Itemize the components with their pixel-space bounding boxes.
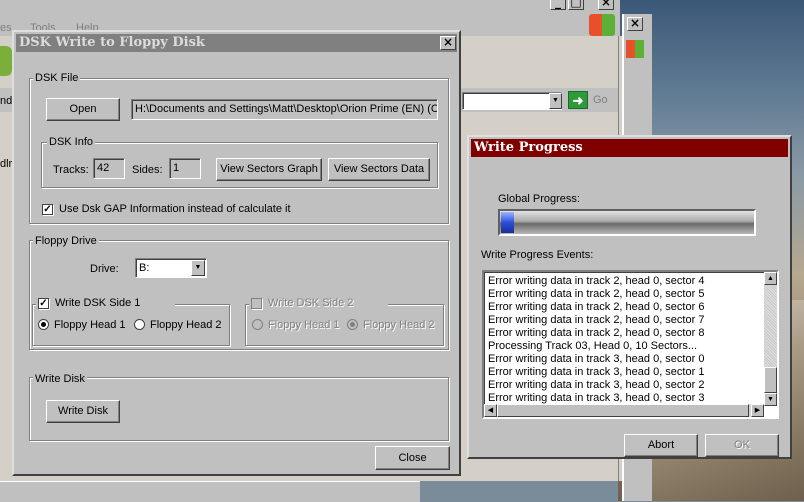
side2-checkbox-label[interactable]: Write DSK Side 2 (268, 297, 353, 310)
events-lines: Error writing data in track 2, head 0, s… (488, 275, 764, 405)
events-list[interactable]: Error writing data in track 2, head 0, s… (482, 270, 779, 419)
taskbar-strip (0, 481, 420, 502)
dsk-dialog-title: DSK Write to Floppy Disk (19, 35, 205, 50)
drive-dropdown-chevron-down-icon[interactable]: ▼ (191, 260, 205, 276)
hscroll-thumb[interactable] (497, 404, 749, 417)
side2-head1-label[interactable]: Floppy Head 1 (268, 319, 340, 332)
sidebar-edge-text: dlr (0, 158, 13, 170)
progress-dialog-titlebar: Write Progress (471, 139, 788, 157)
dsk-path-field[interactable]: H:\Documents and Settings\Matt\Desktop\O… (131, 99, 438, 120)
floppy-drive-group-label: Floppy Drive (33, 235, 99, 247)
event-item: Error writing data in track 2, head 0, s… (488, 275, 705, 287)
view-sectors-graph-button[interactable]: View Sectors Graph (216, 158, 322, 181)
window-close-button[interactable]: × (598, 0, 614, 10)
close-button[interactable]: Close (375, 446, 450, 470)
dsk-info-group-label: DSK Info (47, 136, 96, 148)
global-progress-fill (501, 212, 514, 233)
side1-head1-radio[interactable] (38, 319, 49, 330)
gap-info-checkbox[interactable]: ✓ (42, 204, 53, 215)
sides-label: Sides: (132, 164, 163, 176)
side1-head2-label[interactable]: Floppy Head 2 (150, 319, 222, 332)
address-edge-text: nd (0, 95, 13, 107)
event-item: Error writing data in track 2, head 0, s… (488, 327, 705, 339)
open-button[interactable]: Open (46, 98, 120, 121)
go-arrow-icon[interactable]: ➜ (568, 91, 588, 109)
side2-checkbox[interactable] (251, 298, 262, 309)
dsk-dialog-close-icon[interactable]: × (440, 36, 456, 50)
scroll-right-arrow-icon[interactable]: ▶ (751, 404, 764, 417)
event-item: Error writing data in track 3, head 0, s… (488, 366, 705, 378)
address-dropdown-button[interactable]: ▼ (549, 93, 562, 109)
event-item: Error writing data in track 2, head 0, s… (488, 301, 705, 313)
side1-checkbox-label[interactable]: Write DSK Side 1 (55, 297, 140, 310)
event-item: Processing Track 03, Head 0, 10 Sectors.… (488, 340, 698, 352)
scroll-left-arrow-icon[interactable]: ◀ (484, 404, 497, 417)
write-disk-button[interactable]: Write Disk (46, 400, 120, 423)
event-item: Error writing data in track 2, head 0, s… (488, 314, 705, 326)
second-window-close-button[interactable]: × (627, 17, 643, 31)
ok-button[interactable]: OK (705, 434, 779, 457)
sides-field[interactable]: 1 (169, 158, 201, 179)
events-label: Write Progress Events: (481, 249, 594, 261)
dsk-file-group-label: DSK File (33, 72, 81, 84)
dsk-dialog-titlebar: DSK Write to Floppy Disk (16, 34, 457, 52)
event-item: Error writing data in track 2, head 0, s… (488, 288, 705, 300)
maximize-button[interactable]: □ (568, 0, 584, 10)
gap-info-checkbox-label[interactable]: Use Dsk GAP Information instead of calcu… (59, 203, 291, 216)
scroll-up-arrow-icon[interactable]: ▲ (764, 272, 777, 285)
side2-head2-label[interactable]: Floppy Head 2 (363, 319, 435, 332)
event-item: Error writing data in track 3, head 0, s… (488, 379, 705, 391)
side1-checkbox[interactable]: ✓ (38, 298, 49, 309)
scroll-down-arrow-icon[interactable]: ▼ (764, 393, 777, 406)
scroll-thumb[interactable] (764, 367, 777, 393)
second-window-logo-icon (626, 40, 644, 58)
side1-head2-radio[interactable] (134, 319, 145, 330)
drive-label: Drive: (90, 263, 119, 275)
side2-head2-radio[interactable] (347, 319, 358, 330)
menu-item-edge[interactable]: es (0, 22, 12, 35)
view-sectors-data-button[interactable]: View Sectors Data (328, 158, 430, 181)
event-item: Error writing data in track 3, head 0, s… (488, 353, 705, 365)
side2-head1-radio[interactable] (252, 319, 263, 330)
global-progress-bar (498, 209, 756, 236)
side1-head1-label[interactable]: Floppy Head 1 (54, 319, 126, 332)
abort-button[interactable]: Abort (624, 434, 698, 457)
global-progress-label: Global Progress: (498, 193, 580, 205)
tracks-label: Tracks: (53, 164, 89, 176)
tracks-field[interactable]: 42 (93, 158, 125, 179)
progress-dialog-title: Write Progress (474, 140, 583, 155)
write-progress-dialog: Write Progress Global Progress: Write Pr… (467, 135, 792, 459)
write-disk-group-label: Write Disk (33, 373, 87, 385)
windows-logo-icon (589, 14, 615, 36)
dsk-write-dialog: DSK Write to Floppy Disk × DSK File Open… (12, 30, 461, 476)
minimize-button[interactable]: _ (550, 0, 566, 10)
go-label[interactable]: Go (593, 94, 608, 107)
address-input[interactable] (462, 92, 562, 110)
toolbar-edge-icon (0, 46, 12, 76)
